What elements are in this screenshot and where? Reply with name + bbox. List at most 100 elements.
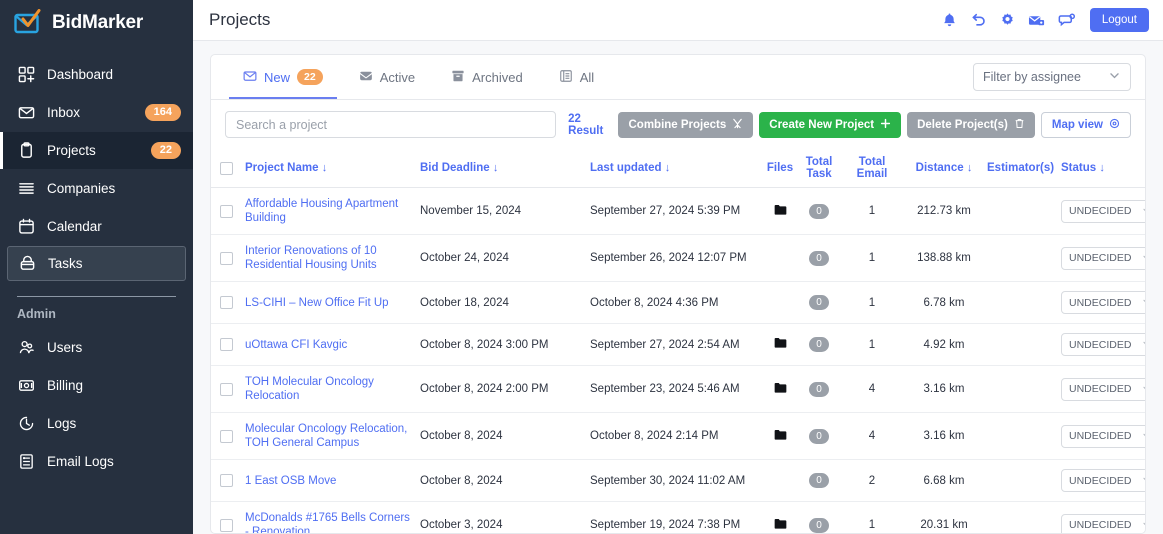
row-checkbox[interactable] bbox=[220, 252, 233, 265]
project-name-link[interactable]: LS-CIHI – New Office Fit Up bbox=[245, 296, 412, 310]
cell-status: UNDECIDED bbox=[1057, 366, 1145, 413]
folder-icon[interactable] bbox=[774, 430, 787, 444]
select-all-checkbox[interactable] bbox=[220, 162, 233, 175]
sidebar-item-billing[interactable]: Billing bbox=[0, 367, 193, 404]
folder-icon[interactable] bbox=[774, 205, 787, 219]
column-header-project-name[interactable]: Project Name ↓ bbox=[241, 149, 416, 188]
status-dropdown[interactable]: UNDECIDED bbox=[1061, 514, 1145, 534]
cell-distance: 6.68 km bbox=[905, 460, 983, 502]
sidebar-item-label: Companies bbox=[47, 181, 181, 196]
row-checkbox[interactable] bbox=[220, 430, 233, 443]
inbox-mail-icon[interactable] bbox=[1028, 12, 1046, 29]
cell-bid-deadline: October 3, 2024 bbox=[416, 502, 586, 534]
status-dropdown[interactable]: UNDECIDED bbox=[1061, 247, 1145, 270]
row-checkbox[interactable] bbox=[220, 519, 233, 532]
row-checkbox[interactable] bbox=[220, 474, 233, 487]
column-header-bid-deadline[interactable]: Bid Deadline ↓ bbox=[416, 149, 586, 188]
table-row[interactable]: Affordable Housing Apartment BuildingNov… bbox=[211, 188, 1145, 235]
bell-icon[interactable] bbox=[941, 12, 958, 29]
gear-icon[interactable] bbox=[999, 12, 1016, 29]
status-dropdown[interactable]: UNDECIDED bbox=[1061, 378, 1145, 401]
sidebar-item-email-logs[interactable]: Email Logs bbox=[0, 443, 193, 480]
cell-files[interactable] bbox=[761, 188, 799, 235]
status-dropdown[interactable]: UNDECIDED bbox=[1061, 200, 1145, 223]
cell-files[interactable] bbox=[761, 324, 799, 366]
row-select-cell bbox=[211, 235, 241, 282]
cell-last-updated: September 26, 2024 12:07 PM bbox=[586, 235, 761, 282]
status-dropdown[interactable]: UNDECIDED bbox=[1061, 469, 1145, 492]
table-row[interactable]: McDonalds #1765 Bells Corners - Renovati… bbox=[211, 502, 1145, 534]
sidebar-item-dashboard[interactable]: Dashboard bbox=[0, 56, 193, 93]
chat-bubbles-icon[interactable] bbox=[1058, 12, 1076, 29]
status-dropdown[interactable]: UNDECIDED bbox=[1061, 291, 1145, 314]
cell-estimators bbox=[983, 282, 1057, 324]
sidebar-item-calendar[interactable]: Calendar bbox=[0, 208, 193, 245]
cell-total-email: 4 bbox=[839, 366, 905, 413]
column-header-distance[interactable]: Distance ↓ bbox=[905, 149, 983, 188]
row-checkbox[interactable] bbox=[220, 205, 233, 218]
cell-distance: 20.31 km bbox=[905, 502, 983, 534]
table-row[interactable]: 1 East OSB MoveOctober 8, 2024September … bbox=[211, 460, 1145, 502]
tab-all[interactable]: All bbox=[541, 55, 612, 99]
combine-projects-button[interactable]: Combine Projects bbox=[618, 112, 753, 138]
logout-button[interactable]: Logout bbox=[1090, 8, 1149, 32]
cell-project-name: LS-CIHI – New Office Fit Up bbox=[241, 282, 416, 324]
billing-card-icon bbox=[17, 377, 35, 395]
sidebar-item-companies[interactable]: Companies bbox=[0, 170, 193, 207]
cell-bid-deadline: November 15, 2024 bbox=[416, 188, 586, 235]
brand-logo[interactable]: BidMarker bbox=[0, 0, 193, 46]
sidebar-item-tasks[interactable]: Tasks bbox=[7, 246, 186, 281]
table-row[interactable]: TOH Molecular Oncology RelocationOctober… bbox=[211, 366, 1145, 413]
search-input[interactable] bbox=[225, 111, 556, 138]
table-row[interactable]: LS-CIHI – New Office Fit UpOctober 18, 2… bbox=[211, 282, 1145, 324]
project-name-link[interactable]: McDonalds #1765 Bells Corners - Renovati… bbox=[245, 511, 412, 533]
header-label: Last updated bbox=[590, 162, 662, 174]
project-name-link[interactable]: uOttawa CFI Kavgic bbox=[245, 338, 412, 352]
cell-files[interactable] bbox=[761, 502, 799, 534]
project-name-link[interactable]: Affordable Housing Apartment Building bbox=[245, 197, 412, 225]
delete-projects-button[interactable]: Delete Project(s) bbox=[907, 112, 1035, 138]
sidebar-item-inbox[interactable]: Inbox 164 bbox=[0, 94, 193, 131]
tab-active[interactable]: Active bbox=[341, 55, 433, 99]
row-checkbox[interactable] bbox=[220, 383, 233, 396]
status-dropdown[interactable]: UNDECIDED bbox=[1061, 425, 1145, 448]
project-name-link[interactable]: Molecular Oncology Relocation, TOH Gener… bbox=[245, 422, 412, 450]
row-checkbox[interactable] bbox=[220, 338, 233, 351]
sidebar-item-logs[interactable]: Logs bbox=[0, 405, 193, 442]
sidebar-item-users[interactable]: Users bbox=[0, 329, 193, 366]
folder-icon[interactable] bbox=[774, 519, 787, 533]
sidebar-item-projects[interactable]: Projects 22 bbox=[0, 132, 193, 169]
project-name-link[interactable]: 1 East OSB Move bbox=[245, 474, 412, 488]
table-row[interactable]: Molecular Oncology Relocation, TOH Gener… bbox=[211, 413, 1145, 460]
undo-arrow-icon[interactable] bbox=[970, 12, 987, 29]
project-name-link[interactable]: Interior Renovations of 10 Residential H… bbox=[245, 244, 412, 272]
table-row[interactable]: uOttawa CFI KavgicOctober 8, 2024 3:00 P… bbox=[211, 324, 1145, 366]
cell-distance: 3.16 km bbox=[905, 413, 983, 460]
cell-estimators bbox=[983, 188, 1057, 235]
folder-icon[interactable] bbox=[774, 338, 787, 352]
cell-total-task: 0 bbox=[799, 282, 839, 324]
cell-status: UNDECIDED bbox=[1057, 324, 1145, 366]
total-task-badge: 0 bbox=[809, 382, 829, 397]
projects-table-container[interactable]: Project Name ↓ Bid Deadline ↓ Last updat… bbox=[211, 149, 1145, 533]
project-name-link[interactable]: TOH Molecular Oncology Relocation bbox=[245, 375, 412, 403]
create-new-project-button[interactable]: Create New Project bbox=[759, 112, 901, 138]
row-checkbox[interactable] bbox=[220, 296, 233, 309]
table-row[interactable]: Interior Renovations of 10 Residential H… bbox=[211, 235, 1145, 282]
status-dropdown[interactable]: UNDECIDED bbox=[1061, 333, 1145, 356]
column-header-last-updated[interactable]: Last updated ↓ bbox=[586, 149, 761, 188]
total-task-badge: 0 bbox=[809, 251, 829, 266]
tab-new[interactable]: New 22 bbox=[225, 55, 341, 99]
folder-icon[interactable] bbox=[774, 383, 787, 397]
sort-arrow-icon: ↓ bbox=[493, 162, 499, 174]
result-count: 22 Result bbox=[568, 113, 618, 137]
tab-archived[interactable]: Archived bbox=[433, 55, 541, 99]
cell-files[interactable] bbox=[761, 366, 799, 413]
column-header-status[interactable]: Status ↓ bbox=[1057, 149, 1145, 188]
status-value: UNDECIDED bbox=[1069, 297, 1131, 309]
sort-arrow-icon: ↓ bbox=[967, 162, 973, 174]
filter-by-assignee-select[interactable]: Filter by assignee bbox=[973, 63, 1131, 91]
map-view-button[interactable]: Map view bbox=[1041, 112, 1131, 138]
cell-files[interactable] bbox=[761, 413, 799, 460]
tab-label: All bbox=[580, 70, 594, 85]
